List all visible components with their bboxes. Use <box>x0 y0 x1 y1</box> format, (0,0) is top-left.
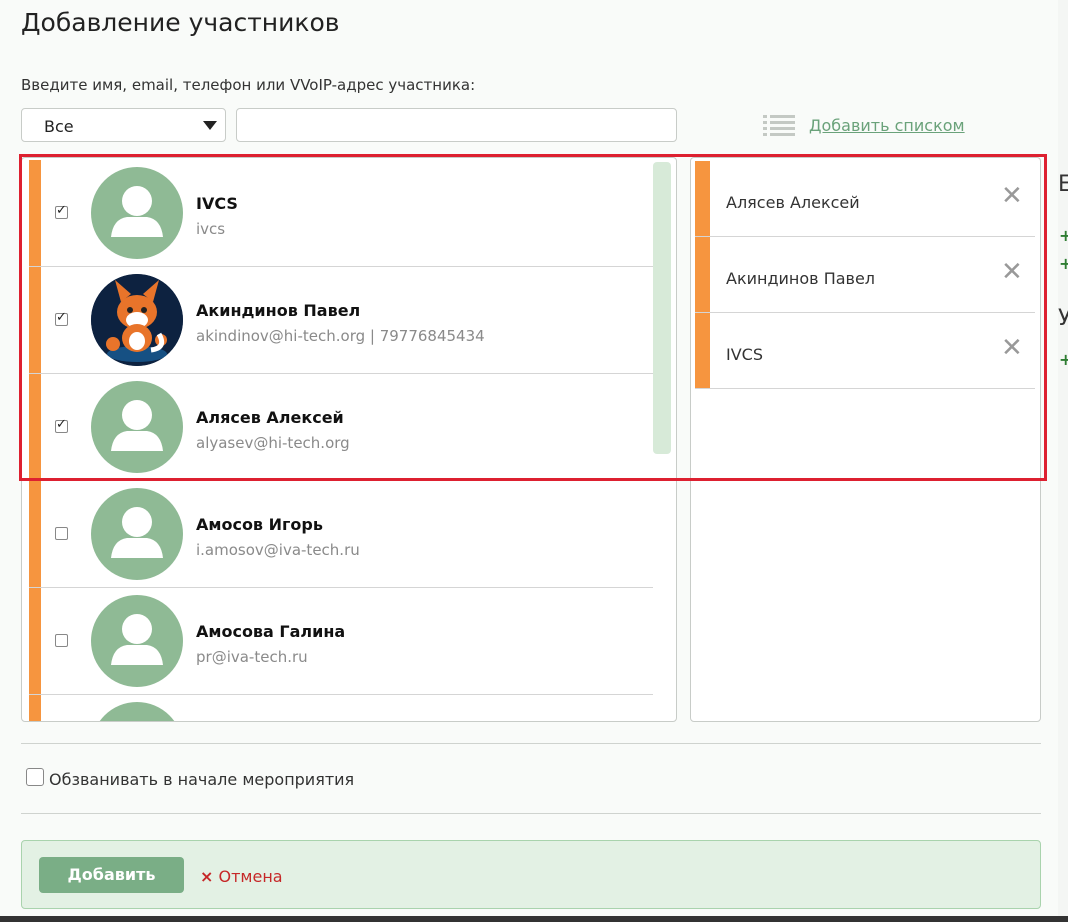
selected-participant-name: IVCS <box>726 345 763 364</box>
selected-accent-bar <box>695 237 710 312</box>
list-icon[interactable] <box>763 115 795 137</box>
contact-details: alyasev@hi-tech.org <box>196 434 350 452</box>
dialog-title: Добавление участников <box>21 8 340 37</box>
selected-accent-bar <box>695 313 710 388</box>
contact-details: akindinov@hi-tech.org | 79776845434 <box>196 327 485 345</box>
taskbar-strip <box>0 916 1068 922</box>
remove-participant-icon[interactable]: ✕ <box>1001 183 1023 209</box>
contacts-scrollbar[interactable] <box>653 162 671 454</box>
contact-details: ivcs <box>196 220 226 238</box>
contact-row[interactable]: Акиндинов Павел akindinov@hi-tech.org | … <box>29 267 653 374</box>
contact-row[interactable]: Алясев Алексей alyasev@hi-tech.org <box>29 374 653 481</box>
search-hint: Введите имя, email, телефон или VVoIP-ад… <box>21 76 476 94</box>
contact-checkbox[interactable] <box>55 527 68 540</box>
selected-participant-name: Акиндинов Павел <box>726 269 876 288</box>
contact-accent-bar <box>29 374 41 480</box>
background-plus-icon: + <box>1059 226 1068 245</box>
dialog-footer: Добавить × Отмена <box>21 840 1041 909</box>
contact-checkbox[interactable] <box>55 417 68 433</box>
remove-participant-icon[interactable]: ✕ <box>1001 335 1023 361</box>
selected-participant: Алясев Алексей ✕ <box>695 161 1035 237</box>
fox-avatar-icon <box>91 274 183 366</box>
contact-name: Алясев Алексей <box>196 408 344 427</box>
selected-participants-list: Алясев Алексей ✕ Акиндинов Павел ✕ IVCS … <box>690 157 1041 722</box>
background-letter: Е <box>1058 172 1068 197</box>
default-avatar-icon <box>91 381 183 473</box>
selected-participant-name: Алясев Алексей <box>726 193 860 212</box>
participant-search-input[interactable] <box>236 108 677 142</box>
filter-select[interactable]: Все <box>21 108 226 142</box>
cancel-x-icon: × <box>200 867 214 886</box>
contact-accent-bar <box>29 481 41 587</box>
contact-row[interactable]: IVCS ivcs <box>29 160 653 267</box>
add-by-list-link[interactable]: Добавить списком <box>809 116 965 135</box>
contact-details: pr@iva-tech.ru <box>196 648 308 666</box>
contact-details: i.amosov@iva-tech.ru <box>196 541 360 559</box>
contact-name: Амосова Галина <box>196 622 346 641</box>
background-plus-icon: + <box>1059 254 1068 273</box>
background-plus-icon: + <box>1059 350 1068 369</box>
selected-accent-bar <box>695 161 710 236</box>
contact-name: Амосов Игорь <box>196 515 323 534</box>
cancel-label: Отмена <box>218 867 283 886</box>
contact-row[interactable]: Амосова Галина pr@iva-tech.ru <box>29 588 653 695</box>
contacts-list[interactable]: IVCS ivcs <box>21 157 677 722</box>
default-avatar-icon <box>91 167 183 259</box>
call-at-start-label[interactable]: Обзванивать в начале мероприятия <box>49 770 354 789</box>
default-avatar-icon <box>91 595 183 687</box>
contact-checkbox[interactable] <box>55 634 68 647</box>
default-avatar-icon <box>91 488 183 580</box>
contact-row[interactable]: Амосов Игорь i.amosov@iva-tech.ru <box>29 481 653 588</box>
contact-checkbox[interactable] <box>55 203 68 219</box>
caret-down-icon <box>203 121 217 130</box>
default-avatar-icon <box>91 702 183 721</box>
add-participants-dialog: Добавление участников Введите имя, email… <box>0 0 1058 916</box>
selected-participant: IVCS ✕ <box>695 313 1035 389</box>
divider <box>21 813 1041 814</box>
selected-participant: Акиндинов Павел ✕ <box>695 237 1035 313</box>
contact-accent-bar <box>29 588 41 694</box>
contact-accent-bar <box>29 160 41 266</box>
remove-participant-icon[interactable]: ✕ <box>1001 259 1023 285</box>
cancel-link[interactable]: × Отмена <box>200 867 283 886</box>
divider <box>21 743 1041 744</box>
contact-checkbox[interactable] <box>55 310 68 326</box>
contact-name: IVCS <box>196 194 238 213</box>
filter-select-value: Все <box>44 117 74 136</box>
contact-accent-bar <box>29 267 41 373</box>
add-button[interactable]: Добавить <box>39 857 184 893</box>
contact-accent-bar <box>29 695 41 721</box>
call-at-start-checkbox[interactable] <box>26 768 44 786</box>
background-page-edge <box>1058 0 1068 922</box>
contact-name: Акиндинов Павел <box>196 301 361 320</box>
background-letter: У <box>1058 306 1068 331</box>
contact-row-partial[interactable] <box>29 695 653 721</box>
